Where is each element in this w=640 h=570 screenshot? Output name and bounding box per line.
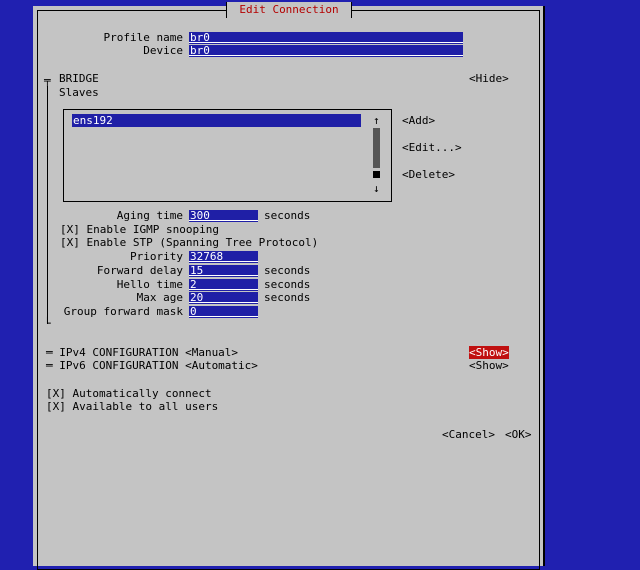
hello-time-field[interactable]: 2 bbox=[189, 279, 258, 291]
stp-checkbox[interactable]: [X] Enable STP (Spanning Tree Protocol) bbox=[60, 236, 318, 249]
edit-slave-button[interactable]: <Edit...> bbox=[402, 141, 462, 154]
dialog-title: Edit Connection bbox=[226, 2, 352, 18]
scrollbar-track[interactable] bbox=[373, 128, 380, 168]
ipv4-show-button[interactable]: <Show> bbox=[469, 346, 509, 359]
delete-slave-button[interactable]: <Delete> bbox=[402, 168, 455, 181]
profile-name-field[interactable]: br0 bbox=[189, 32, 463, 44]
aging-time-unit: seconds bbox=[264, 209, 311, 222]
hello-time-label: Hello time bbox=[116, 278, 183, 291]
bridge-section-title: BRIDGE bbox=[59, 72, 99, 85]
forward-delay-unit: seconds bbox=[264, 264, 311, 277]
forward-delay-label: Forward delay bbox=[96, 264, 183, 277]
forward-delay-field[interactable]: 15 bbox=[189, 265, 258, 277]
priority-field[interactable]: 32768 bbox=[189, 251, 258, 263]
ipv4-config-label[interactable]: ═ IPv4 CONFIGURATION <Manual> bbox=[46, 346, 238, 359]
bridge-section-bar bbox=[47, 86, 48, 324]
hello-time-unit: seconds bbox=[264, 278, 311, 291]
igmp-snooping-checkbox[interactable]: [X] Enable IGMP snooping bbox=[60, 223, 219, 236]
aging-time-label: Aging time bbox=[116, 209, 183, 222]
scroll-down-arrow[interactable]: ↓ bbox=[373, 182, 380, 195]
device-field[interactable]: br0 bbox=[189, 45, 463, 57]
auto-connect-checkbox[interactable]: [X] Automatically connect bbox=[46, 387, 212, 400]
hide-bridge-button[interactable]: <Hide> bbox=[469, 72, 509, 85]
aging-time-field[interactable]: 300 bbox=[189, 210, 258, 222]
slaves-label: Slaves bbox=[59, 86, 99, 99]
group-forward-mask-field[interactable]: 0 bbox=[189, 306, 258, 318]
max-age-field[interactable]: 20 bbox=[189, 292, 258, 304]
max-age-unit: seconds bbox=[264, 291, 311, 304]
cancel-button[interactable]: <Cancel> bbox=[442, 428, 495, 441]
add-slave-button[interactable]: <Add> bbox=[402, 114, 435, 127]
bridge-section-end: └ bbox=[44, 317, 51, 330]
max-age-label: Max age bbox=[136, 291, 183, 304]
priority-label: Priority bbox=[130, 250, 183, 263]
ipv6-config-label[interactable]: ═ IPv6 CONFIGURATION <Automatic> bbox=[46, 359, 258, 372]
slave-list-item[interactable]: ens192 bbox=[72, 114, 361, 127]
group-forward-mask-label: Group forward mask bbox=[63, 305, 183, 318]
scrollbar-thumb[interactable] bbox=[373, 171, 380, 178]
all-users-checkbox[interactable]: [X] Available to all users bbox=[46, 400, 218, 413]
scroll-up-arrow[interactable]: ↑ bbox=[373, 114, 380, 127]
device-label: Device bbox=[143, 44, 183, 57]
ipv6-show-button[interactable]: <Show> bbox=[469, 359, 509, 372]
ok-button[interactable]: <OK> bbox=[505, 428, 532, 441]
profile-name-label: Profile name bbox=[103, 31, 183, 44]
